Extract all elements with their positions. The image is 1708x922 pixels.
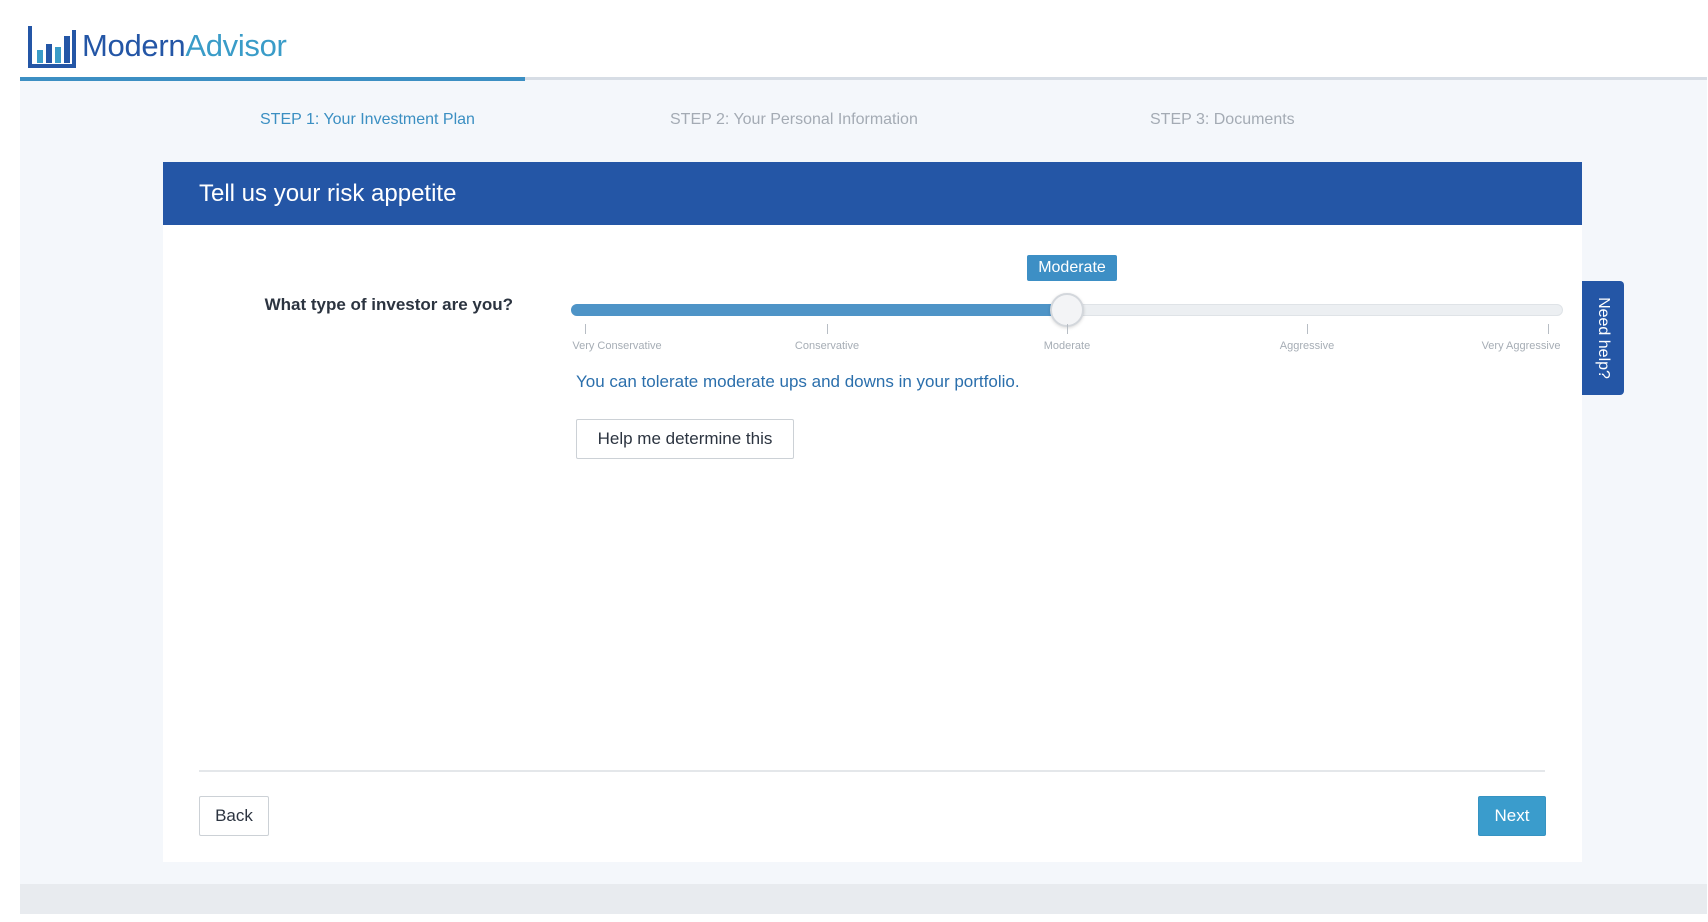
app-frame: ModernAdvisor STEP 1: Your Investment Pl… xyxy=(20,0,1707,914)
help-me-determine-button[interactable]: Help me determine this xyxy=(576,419,794,459)
slider-thumb[interactable] xyxy=(1050,293,1084,327)
slider-value-badge: Moderate xyxy=(1027,255,1117,281)
risk-description: You can tolerate moderate ups and downs … xyxy=(576,372,1020,391)
back-button[interactable]: Back xyxy=(199,796,269,836)
brand-part-advisor: Advisor xyxy=(185,28,287,63)
need-help-tab[interactable]: Need help? xyxy=(1582,281,1624,395)
slider-tick xyxy=(585,324,586,334)
step-1[interactable]: STEP 1: Your Investment Plan xyxy=(260,111,475,129)
step-2[interactable]: STEP 2: Your Personal Information xyxy=(670,111,918,129)
slider-tick xyxy=(1067,324,1068,334)
need-help-label: Need help? xyxy=(1595,297,1612,379)
tick-label-aggressive: Aggressive xyxy=(1279,340,1335,352)
card-title: Tell us your risk appetite xyxy=(199,180,457,207)
step-3[interactable]: STEP 3: Documents xyxy=(1150,111,1295,129)
next-button[interactable]: Next xyxy=(1478,796,1546,836)
footer-band xyxy=(20,884,1707,914)
step-nav: STEP 1: Your Investment Plan STEP 2: You… xyxy=(20,111,1707,131)
tick-label-very-aggressive: Very Aggressive xyxy=(1481,340,1561,352)
footer-divider xyxy=(199,770,1545,772)
header: ModernAdvisor xyxy=(20,0,1707,81)
question-label: What type of investor are you? xyxy=(264,295,513,314)
card-header: Tell us your risk appetite xyxy=(163,162,1582,225)
logo[interactable]: ModernAdvisor xyxy=(26,22,287,70)
slider-fill xyxy=(571,304,1067,316)
brand-name: ModernAdvisor xyxy=(82,28,287,64)
progress-indicator xyxy=(20,77,525,81)
tick-label-very-conservative: Very Conservative xyxy=(572,340,662,352)
tick-label-moderate: Moderate xyxy=(1043,340,1091,352)
slider-tick xyxy=(1548,324,1549,334)
slider-tick xyxy=(827,324,828,334)
brand-part-modern: Modern xyxy=(82,28,186,63)
risk-card: Tell us your risk appetite What type of … xyxy=(163,162,1582,862)
slider-tick xyxy=(1307,324,1308,334)
bar-chart-icon xyxy=(28,26,76,68)
tick-label-conservative: Conservative xyxy=(794,340,860,352)
